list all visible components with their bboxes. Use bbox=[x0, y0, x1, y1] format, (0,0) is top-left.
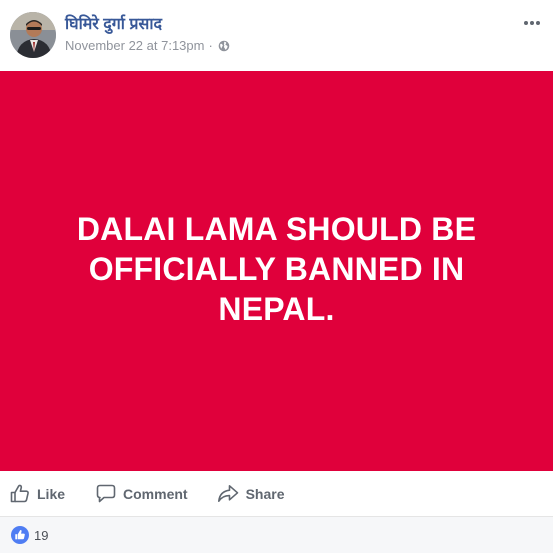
like-button[interactable]: Like bbox=[10, 484, 65, 503]
comment-bubble-icon bbox=[96, 484, 116, 503]
post-timestamp[interactable]: November 22 at 7:13pm bbox=[65, 38, 204, 53]
facebook-post: घिमिरे दुर्गा प्रसाद November 22 at 7:13… bbox=[0, 0, 553, 553]
avatar-image bbox=[10, 12, 56, 58]
comment-button[interactable]: Comment bbox=[96, 484, 188, 503]
meta-separator: · bbox=[208, 38, 213, 53]
reactions-bar: 19 bbox=[0, 517, 553, 553]
like-count[interactable]: 19 bbox=[34, 528, 48, 543]
more-options-icon[interactable] bbox=[523, 14, 541, 25]
avatar[interactable] bbox=[10, 12, 56, 58]
share-arrow-icon bbox=[217, 485, 238, 502]
share-button[interactable]: Share bbox=[217, 484, 285, 503]
author-name[interactable]: घिमिरे दुर्गा प्रसाद bbox=[65, 12, 162, 34]
banner-text: DALAI LAMA SHOULD BE OFFICIALLY BANNED I… bbox=[76, 211, 477, 327]
post-banner: DALAI LAMA SHOULD BE OFFICIALLY BANNED I… bbox=[0, 71, 553, 471]
post-meta: November 22 at 7:13pm · bbox=[65, 38, 230, 53]
like-reaction-icon[interactable] bbox=[11, 526, 29, 544]
comment-label: Comment bbox=[123, 485, 188, 502]
like-label: Like bbox=[37, 485, 66, 502]
globe-icon[interactable] bbox=[218, 40, 230, 52]
thumbs-up-icon bbox=[10, 484, 29, 503]
post-actions-bar: Like Comment Share bbox=[0, 471, 553, 517]
post-header: घिमिरे दुर्गा प्रसाद November 22 at 7:13… bbox=[0, 0, 553, 71]
share-label: Share bbox=[245, 485, 285, 502]
